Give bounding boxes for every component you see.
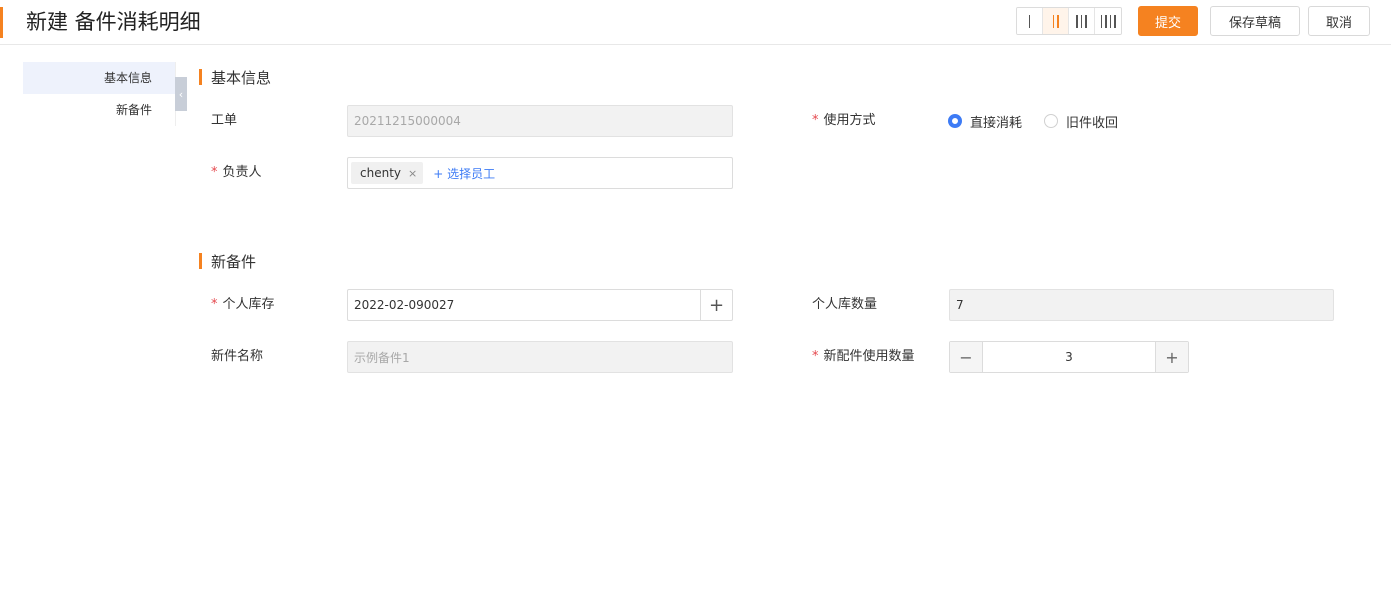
sidenav-item-basic-info[interactable]: 基本信息	[23, 62, 176, 94]
section-accent-bar	[199, 69, 202, 85]
cancel-button[interactable]: 取消	[1308, 6, 1370, 36]
increment-button[interactable]: +	[1155, 342, 1188, 372]
plus-icon: +	[1165, 347, 1179, 367]
layout-4-column-button[interactable]	[1095, 8, 1121, 34]
usage-direct-consume-label: 直接消耗	[970, 115, 1023, 131]
minus-icon: −	[959, 347, 973, 367]
personal-qty-field: 7	[949, 289, 1334, 321]
work-order-field: 20211215000004	[347, 105, 733, 137]
three-column-icon	[1076, 14, 1087, 28]
select-employee-link[interactable]: + 选择员工	[433, 165, 495, 182]
personal-stock-label-text: 个人库存	[222, 297, 275, 312]
sidenav-item-new-part[interactable]: 新备件	[23, 94, 176, 126]
part-name-label: 新件名称	[211, 349, 264, 364]
required-mark: *	[211, 297, 218, 312]
use-qty-input[interactable]: 3	[983, 342, 1155, 372]
personal-stock-field[interactable]: 2022-02-090027 +	[347, 289, 733, 321]
page-header: 新建 备件消耗明细 提交 保存草稿 取消	[0, 0, 1391, 45]
part-name-value: 示例备件1	[354, 350, 410, 365]
section-nav: 基本信息 新备件	[23, 62, 176, 126]
layout-3-column-button[interactable]	[1069, 8, 1095, 34]
owner-tag: chenty ×	[351, 162, 424, 184]
owner-label-text: 负责人	[222, 165, 262, 180]
four-column-icon	[1100, 14, 1116, 28]
section-new-part-title: 新备件	[199, 252, 257, 271]
page-title: 新建 备件消耗明细	[26, 10, 201, 34]
remove-tag-icon[interactable]: ×	[408, 167, 417, 180]
title-accent-bar	[0, 7, 3, 38]
personal-qty-label: 个人库数量	[812, 297, 878, 312]
section-basic-info-text: 基本信息	[211, 68, 272, 87]
submit-button[interactable]: 提交	[1138, 6, 1198, 36]
required-mark: *	[812, 349, 819, 364]
work-order-value: 20211215000004	[354, 114, 461, 128]
plus-icon[interactable]: +	[700, 290, 732, 320]
layout-2-column-button[interactable]	[1043, 8, 1069, 34]
decrement-button[interactable]: −	[950, 342, 983, 372]
usage-mode-label: * 使用方式	[812, 105, 876, 137]
use-qty-label: * 新配件使用数量	[812, 341, 915, 373]
owner-field[interactable]: chenty × + 选择员工	[347, 157, 733, 189]
usage-mode-radio-group: 直接消耗 旧件收回	[948, 105, 1140, 137]
usage-direct-consume-radio[interactable]: 直接消耗	[948, 112, 1022, 131]
one-column-icon	[1028, 14, 1031, 28]
personal-stock-label: * 个人库存	[211, 289, 275, 321]
usage-old-part-recover-radio[interactable]: 旧件收回	[1044, 112, 1118, 131]
usage-mode-label-text: 使用方式	[823, 113, 876, 128]
save-draft-button[interactable]: 保存草稿	[1210, 6, 1300, 36]
column-layout-toggle	[1016, 7, 1122, 35]
owner-tag-text: chenty	[360, 166, 401, 180]
collapse-sidenav-handle[interactable]: ‹	[175, 77, 187, 111]
section-new-part-text: 新备件	[211, 252, 257, 271]
radio-unchecked-icon	[1044, 114, 1059, 128]
two-column-icon	[1052, 14, 1059, 28]
required-mark: *	[812, 113, 819, 128]
required-mark: *	[211, 165, 218, 180]
chevron-left-icon: ‹	[178, 87, 184, 101]
use-qty-stepper: − 3 +	[949, 341, 1189, 373]
personal-stock-value: 2022-02-090027	[354, 298, 455, 312]
layout-1-column-button[interactable]	[1017, 8, 1043, 34]
owner-label: * 负责人	[211, 157, 262, 189]
work-order-label: 工单	[211, 113, 238, 128]
use-qty-label-text: 新配件使用数量	[823, 349, 915, 364]
personal-qty-value: 7	[956, 298, 964, 312]
radio-checked-icon	[948, 114, 962, 128]
section-basic-info-title: 基本信息	[199, 68, 272, 87]
usage-old-part-recover-label: 旧件收回	[1066, 115, 1119, 131]
section-accent-bar	[199, 253, 202, 269]
part-name-field: 示例备件1	[347, 341, 733, 373]
